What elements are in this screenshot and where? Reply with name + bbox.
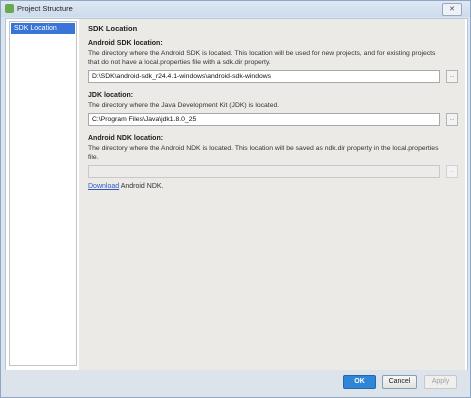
android-sdk-description: The directory where the Android SDK is l… bbox=[88, 50, 436, 66]
dialog-body: SDK Location SDK Location Android SDK lo… bbox=[5, 18, 468, 371]
download-ndk-line: Download Android NDK. bbox=[88, 183, 164, 190]
sdk-location-panel: SDK Location Android SDK location: The d… bbox=[79, 19, 465, 370]
android-ndk-description: The directory where the Android NDK is l… bbox=[88, 145, 439, 161]
dialog-footer: OK Cancel Apply bbox=[1, 370, 470, 397]
android-ndk-browse-button[interactable]: ... bbox=[446, 165, 458, 178]
page-title: SDK Location bbox=[88, 24, 138, 33]
window-title: Project Structure bbox=[17, 4, 73, 13]
download-ndk-link[interactable]: Download bbox=[88, 183, 119, 190]
download-ndk-suffix: Android NDK. bbox=[119, 183, 164, 190]
sidebar: SDK Location bbox=[9, 21, 77, 366]
apply-button[interactable]: Apply bbox=[424, 375, 457, 389]
jdk-browse-button[interactable]: ... bbox=[446, 113, 458, 126]
sidebar-item-sdk-location[interactable]: SDK Location bbox=[11, 23, 75, 34]
android-studio-app-icon bbox=[5, 4, 14, 13]
android-ndk-label: Android NDK location: bbox=[88, 135, 164, 142]
ok-button[interactable]: OK bbox=[343, 375, 376, 389]
close-button[interactable]: ✕ bbox=[442, 3, 462, 16]
android-ndk-path-field[interactable] bbox=[88, 165, 440, 178]
android-sdk-label: Android SDK location: bbox=[88, 40, 163, 47]
jdk-description: The directory where the Java Development… bbox=[88, 102, 280, 109]
cancel-button[interactable]: Cancel bbox=[382, 375, 417, 389]
jdk-path-field[interactable]: C:\Program Files\Java\jdk1.8.0_25 bbox=[88, 113, 440, 126]
project-structure-dialog: Project Structure ✕ SDK Location SDK Loc… bbox=[0, 0, 471, 398]
jdk-label: JDK location: bbox=[88, 92, 134, 99]
title-bar[interactable]: Project Structure ✕ bbox=[1, 1, 470, 17]
android-sdk-browse-button[interactable]: ... bbox=[446, 70, 458, 83]
android-sdk-path-field[interactable]: D:\SDK\android-sdk_r24.4.1-windows\andro… bbox=[88, 70, 440, 83]
